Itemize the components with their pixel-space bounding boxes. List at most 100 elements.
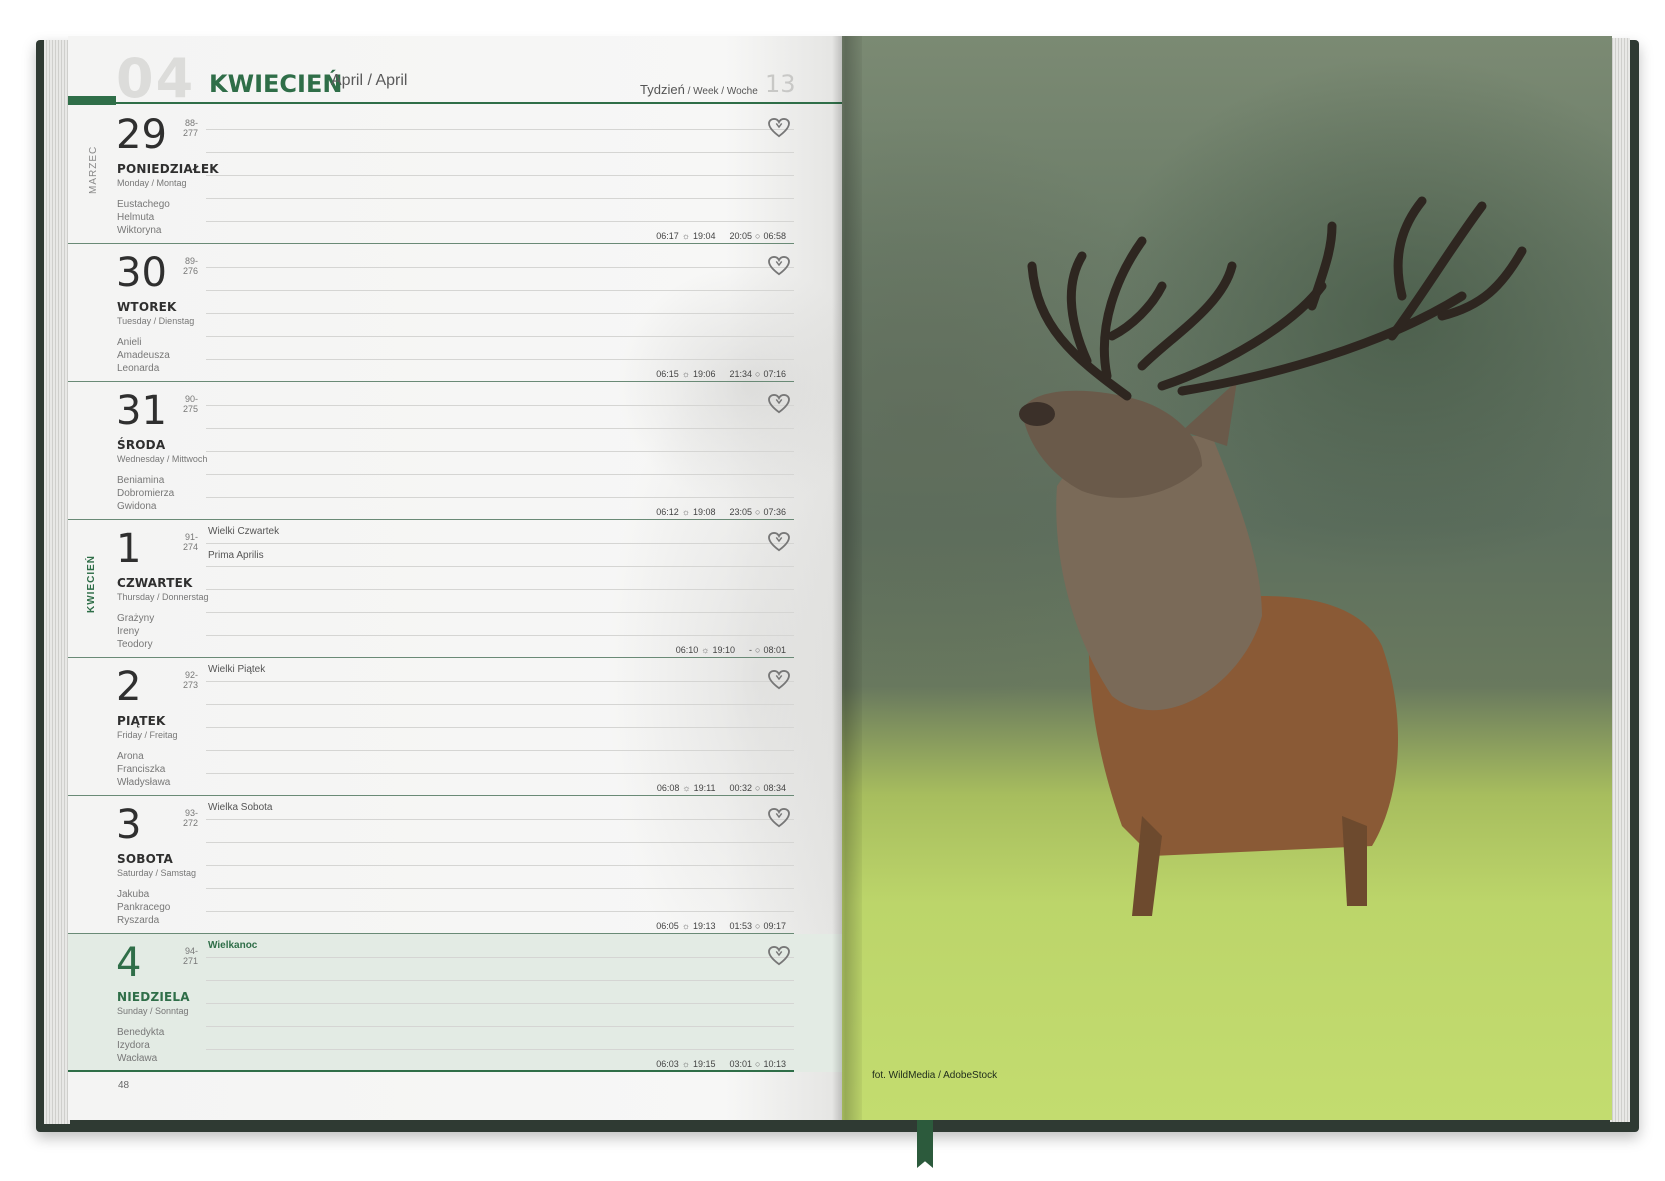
- day-block[interactable]: 3 93-272 SOBOTA Saturday / Samstag Jakub…: [68, 796, 842, 934]
- moonrise-time: 01:53: [729, 921, 753, 931]
- writing-line: [206, 175, 794, 176]
- nameday-name: Helmuta: [117, 212, 155, 223]
- moonrise-time: 21:34: [729, 369, 753, 379]
- writing-line: [206, 865, 794, 866]
- heart-icon[interactable]: [768, 946, 790, 966]
- writing-line: [206, 957, 794, 958]
- writing-line: [206, 152, 794, 153]
- day-of-year: 91-274: [182, 532, 198, 552]
- heart-icon[interactable]: [768, 118, 790, 138]
- writing-area[interactable]: [206, 658, 794, 796]
- sunset-time: 19:04: [692, 231, 716, 241]
- month-translation: April / April: [331, 72, 408, 89]
- nameday-name: Jakuba: [117, 889, 150, 900]
- nameday-list: Grażyny Ireny Teodory: [117, 612, 154, 651]
- moon-icon: ○: [755, 369, 761, 379]
- writing-line: [206, 681, 794, 682]
- writing-line: [206, 727, 794, 728]
- sun-moon-times: 06:10 ☼ 19:10- ○ 08:01: [676, 645, 786, 655]
- nameday-name: Beniamina: [117, 475, 165, 486]
- day-number: 1: [116, 526, 142, 572]
- week-label-sub: / Week / Woche: [684, 86, 758, 97]
- day-block[interactable]: 4 94-271 NIEDZIELA Sunday / Sonntag Bene…: [68, 934, 842, 1072]
- nameday-list: Arona Franciszka Władysława: [117, 750, 170, 789]
- writing-area[interactable]: [206, 106, 794, 244]
- heart-icon[interactable]: [768, 808, 790, 828]
- moonset-time: 09:17: [763, 921, 786, 931]
- writing-line: [206, 129, 794, 130]
- sun-moon-times: 06:12 ☼ 19:08 23:05 ○ 07:36: [656, 507, 786, 517]
- nameday-name: Ireny: [117, 626, 140, 637]
- writing-line: [206, 474, 794, 475]
- writing-line: [206, 428, 794, 429]
- day-block[interactable]: 30 89-276 WTOREK Tuesday / Dienstag Anie…: [68, 244, 842, 382]
- moonset-time: 08:01: [763, 645, 786, 655]
- writing-line: [206, 750, 794, 751]
- sunrise-time: 06:10: [675, 645, 699, 655]
- writing-area[interactable]: [206, 244, 794, 382]
- moonset-time: 07:36: [763, 507, 786, 517]
- weekday-translation: Wednesday / Mittwoch: [117, 454, 208, 464]
- writing-area[interactable]: [206, 520, 794, 658]
- weekday-translation: Saturday / Samstag: [117, 868, 197, 878]
- heart-icon[interactable]: [768, 532, 790, 552]
- weekday-translation: Monday / Montag: [117, 178, 187, 188]
- writing-line: [206, 612, 794, 613]
- nameday-name: Benedykta: [117, 1027, 165, 1038]
- moon-icon: ○: [755, 231, 761, 241]
- heart-icon[interactable]: [768, 394, 790, 414]
- writing-line: [206, 773, 794, 774]
- writing-line: [206, 1026, 794, 1027]
- sunrise-time: 06:17: [656, 231, 679, 241]
- weekday-translation: Tuesday / Dienstag: [117, 316, 195, 326]
- weekday-name: PIĄTEK: [117, 714, 166, 728]
- header-rule: [116, 102, 842, 104]
- moon-icon: ○: [755, 1059, 761, 1069]
- page-edges-right: [1610, 38, 1630, 1122]
- nameday-list: Benedykta Izydora Wacława: [117, 1026, 164, 1065]
- writing-line: [206, 543, 794, 544]
- writing-area[interactable]: [206, 382, 794, 520]
- day-block[interactable]: 29 88-277 PONIEDZIAŁEK Monday / Montag E…: [68, 106, 842, 244]
- sun-icon: ☼: [681, 507, 690, 517]
- bookmark-ribbon[interactable]: [917, 1120, 933, 1168]
- sunrise-time: 06:03: [656, 1059, 679, 1069]
- month-name: KWIECIEŃ: [209, 70, 343, 98]
- page-edges-left: [44, 40, 70, 1124]
- writing-area[interactable]: [206, 796, 794, 934]
- sunset-time: 19:10: [712, 645, 736, 655]
- heart-icon[interactable]: [768, 256, 790, 276]
- moon-icon: ○: [755, 921, 761, 931]
- sun-moon-times: 06:05 ☼ 19:13 01:53 ○ 09:17: [656, 921, 786, 931]
- week-header: 04 KWIECIEŃ April / April Tydzień / Week…: [68, 36, 842, 108]
- moon-icon: ○: [755, 783, 761, 793]
- weekday-translation: Thursday / Donnerstag: [117, 592, 209, 602]
- day-number: 4: [116, 940, 142, 986]
- day-block[interactable]: 1 91-274 CZWARTEK Thursday / Donnerstag …: [68, 520, 842, 658]
- sun-moon-times: 06:03 ☼ 19:15 03:01 ○ 10:13: [656, 1059, 786, 1069]
- nameday-name: Władysława: [117, 777, 171, 788]
- nameday-name: Eustachego: [117, 199, 170, 210]
- nameday-list: Eustachego Helmuta Wiktoryna: [117, 198, 170, 237]
- weekday-name: SOBOTA: [117, 852, 173, 866]
- moon-icon: ○: [755, 645, 761, 655]
- writing-line: [206, 911, 794, 912]
- writing-line: [206, 405, 794, 406]
- nameday-name: Izydora: [117, 1040, 150, 1051]
- writing-line: [206, 1049, 794, 1050]
- writing-area[interactable]: [206, 934, 794, 1072]
- moonset-time: 07:16: [763, 369, 786, 379]
- sun-icon: ☼: [701, 645, 710, 655]
- day-block[interactable]: 31 90-275 ŚRODA Wednesday / Mittwoch Ben…: [68, 382, 842, 520]
- holiday-label: Wielki Piątek: [208, 664, 266, 675]
- weekday-name: PONIEDZIAŁEK: [117, 162, 219, 176]
- heart-icon[interactable]: [768, 670, 790, 690]
- sun-icon: ☼: [681, 369, 690, 379]
- writing-line: [206, 221, 794, 222]
- day-block[interactable]: 2 92-273 PIĄTEK Friday / Freitag Arona Fr…: [68, 658, 842, 796]
- day-separator: [68, 1070, 794, 1072]
- day-number: 30: [116, 250, 167, 296]
- writing-line: [206, 336, 794, 337]
- nameday-list: Anieli Amadeusza Leonarda: [117, 336, 170, 375]
- day-of-year: 93-272: [182, 808, 198, 828]
